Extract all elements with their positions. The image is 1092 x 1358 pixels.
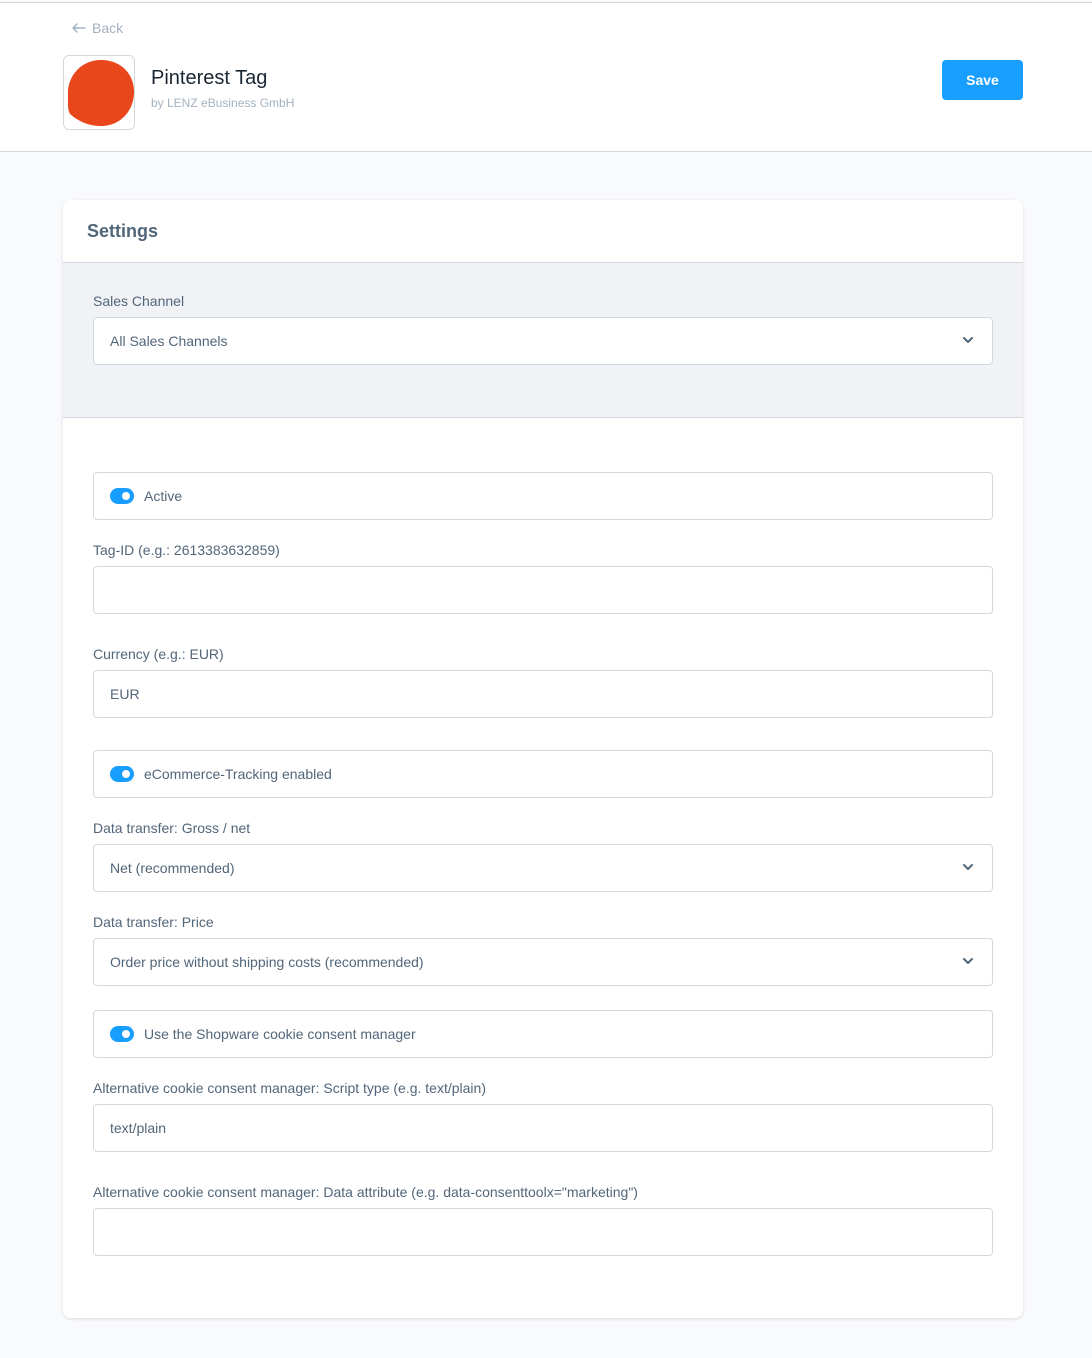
script-type-input[interactable]: text/plain: [93, 1104, 993, 1152]
back-link[interactable]: Back: [72, 20, 123, 36]
cookie-consent-switch-field[interactable]: Use the Shopware cookie consent manager: [93, 1010, 993, 1058]
tag-id-input[interactable]: [93, 566, 993, 614]
ecommerce-tracking-toggle[interactable]: [110, 766, 134, 782]
app-title: Pinterest Tag: [151, 67, 268, 89]
cookie-consent-toggle[interactable]: [110, 1026, 134, 1042]
app-vendor: by LENZ eBusiness GmbH: [151, 96, 295, 110]
back-label: Back: [92, 20, 124, 36]
chevron-down-icon: [963, 864, 973, 870]
tag-id-label: Tag-ID (e.g.: 2613383632859): [93, 542, 280, 558]
data-attribute-label: Alternative cookie consent manager: Data…: [93, 1184, 638, 1200]
script-type-value: text/plain: [110, 1120, 167, 1136]
data-attribute-input[interactable]: [93, 1208, 993, 1256]
sales-channel-value: All Sales Channels: [110, 333, 228, 349]
gross-net-value: Net (recommended): [110, 860, 235, 876]
sales-channel-label: Sales Channel: [93, 293, 185, 309]
save-button[interactable]: Save: [942, 60, 1023, 100]
currency-value: EUR: [110, 686, 140, 702]
ecommerce-tracking-switch-field[interactable]: eCommerce-Tracking enabled: [93, 750, 993, 798]
chevron-down-icon: [963, 337, 973, 343]
app-logo: [63, 55, 135, 130]
currency-label: Currency (e.g.: EUR): [93, 646, 224, 662]
pinterest-logo-icon: [68, 60, 134, 126]
card-title: Settings: [87, 221, 159, 241]
ecommerce-tracking-label: eCommerce-Tracking enabled: [144, 766, 332, 782]
cookie-consent-label: Use the Shopware cookie consent manager: [144, 1026, 416, 1042]
sales-channel-select[interactable]: All Sales Channels: [93, 317, 993, 365]
price-label: Data transfer: Price: [93, 914, 214, 930]
price-select[interactable]: Order price without shipping costs (reco…: [93, 938, 993, 986]
script-type-label: Alternative cookie consent manager: Scri…: [93, 1080, 486, 1096]
settings-card: Settings Sales Channel All Sales Channel…: [63, 200, 1023, 1318]
active-label: Active: [144, 488, 183, 504]
active-switch-field[interactable]: Active: [93, 472, 993, 520]
gross-net-label: Data transfer: Gross / net: [93, 820, 251, 836]
arrow-left-icon: [72, 23, 86, 33]
currency-input[interactable]: EUR: [93, 670, 993, 718]
page-header: Back Pinterest Tag by LENZ eBusiness Gmb…: [0, 3, 1092, 152]
sales-channel-section: Sales Channel All Sales Channels: [63, 263, 1023, 418]
gross-net-select[interactable]: Net (recommended): [93, 844, 993, 892]
chevron-down-icon: [963, 958, 973, 964]
price-value: Order price without shipping costs (reco…: [110, 954, 424, 970]
active-toggle[interactable]: [110, 488, 134, 504]
